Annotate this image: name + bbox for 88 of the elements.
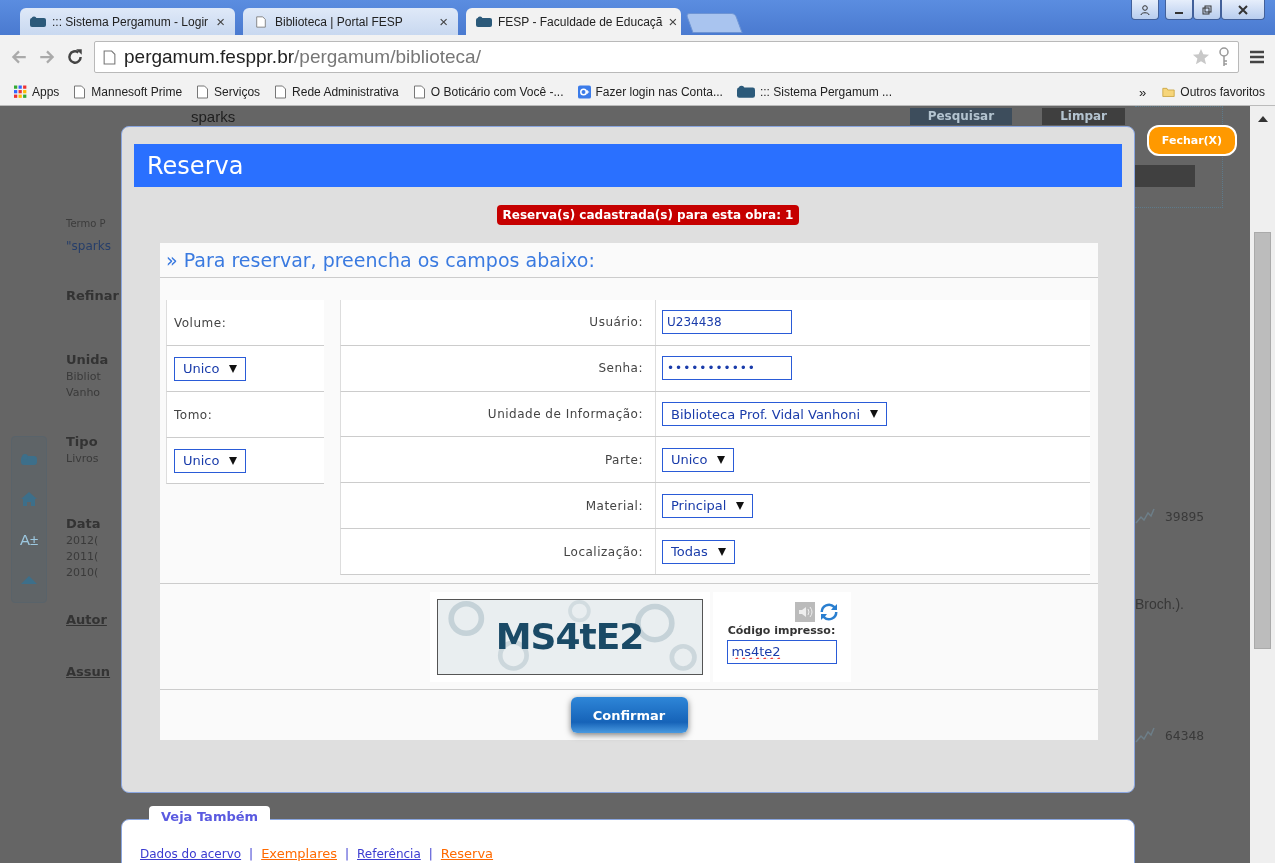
caret-icon [717,455,726,464]
more-bookmarks-button[interactable]: » [1133,84,1153,100]
field-label: Senha: [598,361,643,376]
menu-icon[interactable] [1249,49,1265,65]
separator: | [249,846,254,861]
close-icon[interactable]: × [216,13,225,30]
field-label: Código impresso: [727,623,836,637]
page-icon [253,15,269,28]
captcha-input[interactable]: ms4te2 [726,639,837,664]
select-field[interactable]: Todas [662,539,735,564]
page-icon [103,49,116,65]
caret-icon [717,547,726,556]
close-icon [1238,4,1248,15]
close-icon[interactable]: × [668,13,678,30]
maximize-button[interactable] [1193,0,1221,20]
scrollbar[interactable] [1250,106,1275,863]
select-field[interactable]: Unico [174,356,247,381]
star-icon[interactable] [1192,48,1210,66]
password-field[interactable]: ••••••••••• [662,356,792,381]
field-label: Localização: [563,544,643,559]
search-text: sparks [191,107,236,125]
separator: | [428,846,433,861]
bookmark[interactable]: ::: Sistema Pergamum ... [732,85,896,99]
separator: | [345,846,350,861]
search-button[interactable]: Pesquisar [909,107,1013,125]
select-field[interactable]: Principal [662,493,754,518]
user-icon [1140,4,1150,15]
reservation-count-badge: Reserva(s) cadastrada(s) para esta obra: 1 [496,205,800,225]
chart-icon [1135,508,1155,524]
reload-icon[interactable] [66,48,84,66]
scrollbar-thumb[interactable] [1254,232,1271,649]
select-field[interactable]: Unico [662,447,735,472]
refresh-icon[interactable] [818,601,839,622]
field-label: Material: [585,498,643,513]
page-icon [274,85,288,99]
bookmark[interactable]: Rede Administrativa [270,85,403,99]
close-button[interactable] [1221,0,1265,20]
folder-icon [1162,85,1176,99]
input-field[interactable]: U234438 [662,310,792,335]
link[interactable]: Referência [357,846,421,861]
select-field[interactable]: Unico [174,448,247,473]
bookmark[interactable]: Apps [10,85,64,99]
bookmark[interactable]: Fazer login nas Conta... [573,85,727,99]
minimize-button[interactable] [1165,0,1193,20]
input-bar [1135,165,1195,187]
apps-icon [14,85,27,99]
confirm-button[interactable]: Confirmar [570,697,688,733]
bookmark[interactable]: Mannesoft Prime [69,85,187,99]
bookmark-folder[interactable]: Outros favoritos [1158,85,1269,99]
browser-tab[interactable]: FESP - Faculdade de Educaçã × [466,8,681,35]
speaker-icon[interactable] [794,601,815,622]
bookmark[interactable]: Serviços [192,85,265,99]
page-icon [412,85,426,99]
tab-title: ::: Sistema Pergamum - Logir [52,14,210,29]
field-label: Usuário: [589,315,643,330]
minimize-icon [1175,12,1183,14]
page-icon [196,85,210,99]
back-icon[interactable] [10,48,28,66]
link[interactable]: Dados do acervo [140,846,242,861]
address-bar[interactable]: pergamum.fesppr.br/pergamum/biblioteca/ [94,41,1239,73]
close-icon[interactable]: × [439,13,448,30]
browser-tab[interactable]: ::: Sistema Pergamum - Logir × [20,8,235,35]
key-icon[interactable] [1218,47,1230,67]
bookmark[interactable]: O Boticário com Você -... [408,85,568,99]
new-tab-button[interactable] [685,13,743,33]
restore-icon [1202,4,1212,15]
caret-icon [229,364,238,373]
scroll-up-icon[interactable] [1257,116,1268,122]
forward-icon[interactable] [38,48,56,66]
form-heading: » Para reservar, preencha os campos abaixo: [166,249,595,271]
captcha-image: MS4tE2 [429,591,710,682]
field-label: Unidade de Informação: [487,407,643,422]
caret-icon [229,456,238,465]
google-plus-icon [577,85,591,99]
field-label: Volume: [174,315,227,330]
tab-title: Biblioteca | Portal FESP [275,14,404,29]
caret-icon [870,410,879,419]
browser-tab[interactable]: Biblioteca | Portal FESP × [243,8,458,35]
select-field[interactable]: Biblioteca Prof. Vidal Vanhoni [662,402,888,427]
user-button[interactable] [1131,0,1159,20]
search-button[interactable]: Limpar [1042,107,1125,125]
dialog-title: Reserva [147,151,244,180]
caret-icon [736,501,745,510]
page-icon [73,85,87,99]
chart-icon [1135,727,1155,743]
field-label: Parte: [604,452,643,467]
tab-title: FESP - Faculdade de Educaçã [498,14,663,29]
field-label: Tomo: [174,407,213,422]
